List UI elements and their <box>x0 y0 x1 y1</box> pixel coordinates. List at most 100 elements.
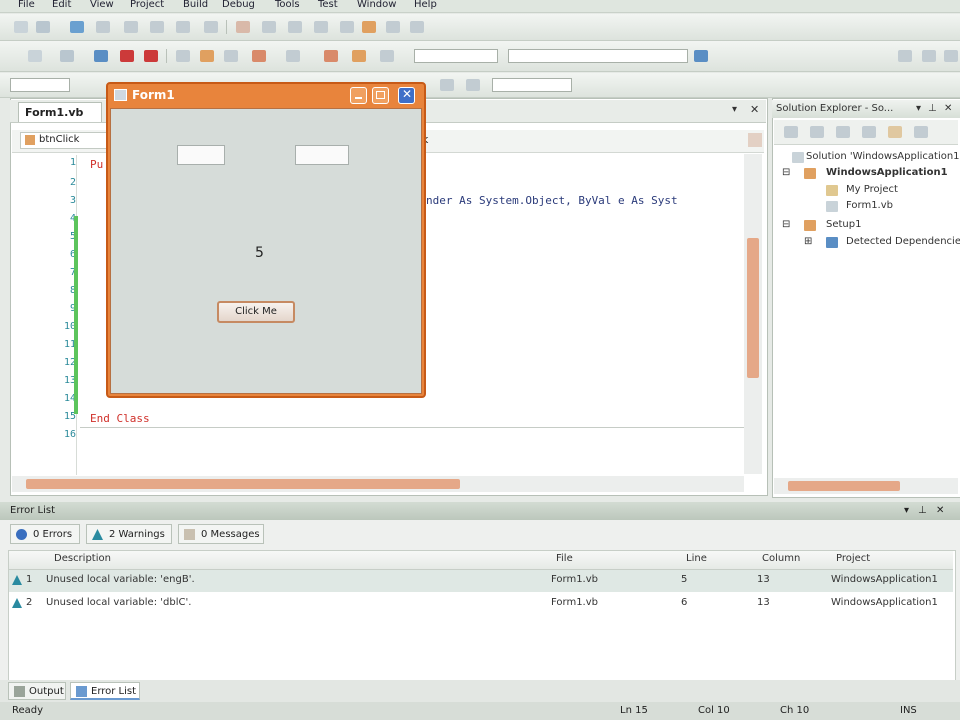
tool-icon[interactable] <box>288 21 302 33</box>
tool-icon[interactable] <box>262 21 276 33</box>
tool-icon[interactable] <box>386 21 400 33</box>
save-all-icon[interactable] <box>144 50 158 62</box>
menu-window[interactable]: Window <box>357 0 396 10</box>
start-debug-icon[interactable] <box>352 50 366 62</box>
paste-icon[interactable] <box>224 50 238 62</box>
class-diagram-icon[interactable] <box>914 126 928 138</box>
line-number: 6 <box>69 249 76 260</box>
column-header-description[interactable]: Description <box>54 553 111 564</box>
open-icon[interactable] <box>94 50 108 62</box>
maximize-button[interactable] <box>372 87 389 104</box>
menu-edit[interactable]: Edit <box>52 0 71 10</box>
menu-tools[interactable]: Tools <box>275 0 300 10</box>
menu-test[interactable]: Test <box>318 0 338 10</box>
tab-form1-vb[interactable]: Form1.vb <box>18 102 102 122</box>
tool-icon[interactable] <box>14 21 28 33</box>
tool-icon[interactable] <box>466 79 480 91</box>
view-code-icon[interactable] <box>862 126 876 138</box>
errors-filter-button[interactable]: 0 Errors <box>10 524 80 544</box>
tool-icon[interactable] <box>440 79 454 91</box>
scroll-thumb[interactable] <box>788 481 900 491</box>
menu-view[interactable]: View <box>90 0 114 10</box>
close-button[interactable]: ✕ <box>398 87 415 104</box>
tool-icon[interactable] <box>176 21 190 33</box>
tab-dropdown-icon[interactable]: ▾ <box>732 104 737 115</box>
tool-icon[interactable] <box>204 21 218 33</box>
tab-error-list[interactable]: Error List <box>70 682 140 700</box>
show-all-files-icon[interactable] <box>810 126 824 138</box>
layout-combo[interactable] <box>10 78 70 92</box>
tool-icon[interactable] <box>150 21 164 33</box>
tree-item-dependencies[interactable]: Detected Dependencies <box>846 236 960 247</box>
menu-file[interactable]: File <box>18 0 35 10</box>
pin-icon[interactable]: ⊥ <box>918 502 927 520</box>
tree-item-project[interactable]: WindowsApplication1 <box>826 167 948 178</box>
tree-item-setup[interactable]: Setup1 <box>826 219 861 230</box>
add-item-icon[interactable] <box>60 50 74 62</box>
solution-config-combo[interactable] <box>414 49 498 63</box>
menu-help[interactable]: Help <box>414 0 437 10</box>
table-row[interactable]: 2 Unused local variable: 'dblC'. Form1.v… <box>9 593 953 615</box>
warnings-filter-button[interactable]: 2 Warnings <box>86 524 172 544</box>
cut-icon[interactable] <box>176 50 190 62</box>
column-header-line[interactable]: Line <box>686 553 707 564</box>
tool-icon[interactable] <box>922 50 936 62</box>
find-icon[interactable] <box>694 50 708 62</box>
click-me-button[interactable]: Click Me <box>217 301 295 323</box>
menu-project[interactable]: Project <box>130 0 164 10</box>
menu-build[interactable]: Build <box>183 0 208 10</box>
tab-output[interactable]: Output <box>8 682 66 700</box>
table-row[interactable]: 1 Unused local variable: 'engB'. Form1.v… <box>9 570 953 592</box>
textbox-2[interactable] <box>295 145 349 165</box>
messages-filter-button[interactable]: 0 Messages <box>178 524 264 544</box>
textbox-1[interactable] <box>177 145 225 165</box>
tree-item-solution[interactable]: Solution 'WindowsApplication1' <box>806 151 960 162</box>
dropdown-icon[interactable]: ▾ <box>904 502 909 520</box>
collapse-icon[interactable]: ⊟ <box>782 167 790 178</box>
new-project-icon[interactable] <box>28 50 42 62</box>
tool-icon[interactable] <box>898 50 912 62</box>
refresh-icon[interactable] <box>836 126 850 138</box>
scroll-thumb[interactable] <box>747 238 759 378</box>
pin-icon[interactable]: ⊥ <box>928 100 937 118</box>
tool-icon[interactable] <box>236 21 250 33</box>
minimize-button[interactable] <box>350 87 367 104</box>
copy-icon[interactable] <box>200 50 214 62</box>
tool-icon[interactable] <box>314 21 328 33</box>
solution-horizontal-scrollbar[interactable] <box>774 478 958 494</box>
class-name-dropdown[interactable]: btnClick <box>20 132 110 149</box>
tool-icon[interactable] <box>124 21 138 33</box>
column-header-project[interactable]: Project <box>836 553 870 564</box>
tool-icon[interactable] <box>36 21 50 33</box>
close-icon[interactable]: ✕ <box>936 502 944 520</box>
tool-icon[interactable] <box>340 21 354 33</box>
column-header-file[interactable]: File <box>556 553 573 564</box>
properties-icon[interactable] <box>784 126 798 138</box>
find-combo[interactable] <box>508 49 688 63</box>
tree-item-my-project[interactable]: My Project <box>846 184 898 195</box>
menu-debug[interactable]: Debug <box>222 0 255 10</box>
dropdown-icon[interactable]: ▾ <box>916 100 921 118</box>
redo-icon[interactable] <box>286 50 300 62</box>
tree-item-form1[interactable]: Form1.vb <box>846 200 893 211</box>
undo-icon[interactable] <box>252 50 266 62</box>
close-document-icon[interactable]: ✕ <box>750 103 759 116</box>
target-combo[interactable] <box>492 78 572 92</box>
tool-icon[interactable] <box>96 21 110 33</box>
editor-vertical-scrollbar[interactable] <box>744 154 762 474</box>
expand-icon[interactable]: ⊞ <box>804 236 812 247</box>
tool-icon[interactable] <box>362 21 376 33</box>
view-designer-icon[interactable] <box>888 126 902 138</box>
editor-horizontal-scrollbar[interactable] <box>12 476 744 492</box>
tool-icon[interactable] <box>944 50 958 62</box>
scroll-thumb[interactable] <box>26 479 460 489</box>
column-header-column[interactable]: Column <box>762 553 800 564</box>
collapse-icon[interactable]: ⊟ <box>782 219 790 230</box>
navigate-back-icon[interactable] <box>324 50 338 62</box>
dropdown-arrow-icon[interactable] <box>748 133 762 147</box>
phone-icon[interactable] <box>70 21 84 33</box>
close-icon[interactable]: ✕ <box>944 100 952 118</box>
save-icon[interactable] <box>120 50 134 62</box>
tool-icon[interactable] <box>380 50 394 62</box>
tool-icon[interactable] <box>410 21 424 33</box>
